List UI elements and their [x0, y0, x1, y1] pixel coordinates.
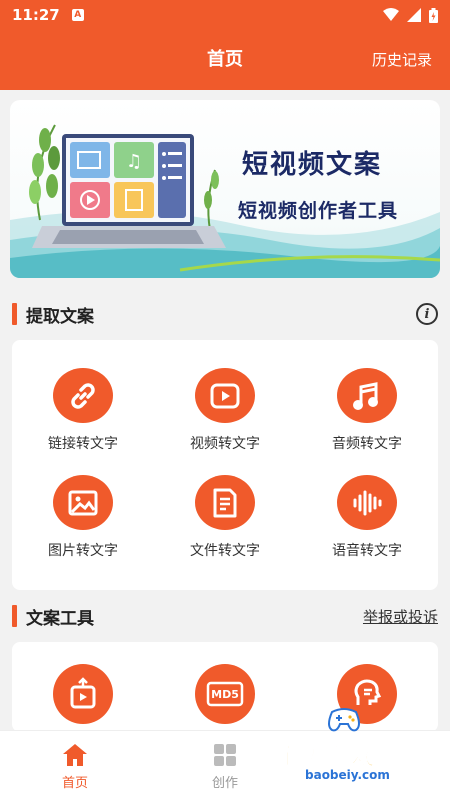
- music-note-icon: [353, 381, 378, 410]
- watermark-text: 宝贝游戏网: [276, 742, 401, 771]
- report-link[interactable]: 举报或投诉: [363, 608, 438, 626]
- tools-section-title: 文案工具: [26, 608, 94, 629]
- link-to-text-button[interactable]: 链接转文字: [12, 346, 154, 453]
- document-icon: [213, 488, 237, 517]
- gamepad-icon: [328, 708, 360, 732]
- watermark-url: baobeiy.com: [302, 768, 393, 782]
- voice-to-text-button[interactable]: 语音转文字: [296, 453, 438, 560]
- link-icon: [71, 382, 95, 409]
- audio-to-text-button[interactable]: 音频转文字: [296, 346, 438, 453]
- svg-text:♫: ♫: [126, 151, 142, 172]
- banner-subtitle: 短视频创作者工具: [238, 200, 399, 222]
- grid-item-label: 视频转文字: [190, 436, 260, 452]
- notification-a-icon: A: [71, 9, 84, 21]
- image-to-text-button[interactable]: 图片转文字: [12, 453, 154, 560]
- extract-section-header: 提取文案 i: [12, 300, 438, 328]
- image-icon: [68, 490, 98, 515]
- signal-icon: [407, 8, 421, 22]
- tools-section-header: 文案工具 举报或投诉: [12, 602, 438, 630]
- section-accent-bar: [12, 605, 17, 627]
- tab-label: 首页: [61, 776, 88, 791]
- banner-illustration: ♫: [10, 124, 440, 278]
- extract-tools-card: 链接转文字 视频转文字 音频转文字 图片转文字 文件转文字 语音转文字: [12, 340, 438, 590]
- video-export-icon: [70, 677, 96, 709]
- grid-item-label: 文件转文字: [190, 543, 260, 559]
- info-icon[interactable]: i: [416, 303, 438, 325]
- banner-title: 短视频文案: [242, 150, 383, 180]
- video-export-button[interactable]: [12, 642, 154, 732]
- grid-item-label: 语音转文字: [332, 543, 402, 559]
- wifi-icon: [383, 8, 399, 21]
- site-watermark: 宝贝游戏网 baobeiy.com: [272, 700, 442, 795]
- tab-label: 创作: [211, 776, 238, 791]
- grid-icon: [214, 744, 236, 766]
- status-time: 11:27: [12, 6, 60, 24]
- status-indicators: [383, 7, 438, 23]
- grid-item-label: 音频转文字: [332, 436, 402, 452]
- section-accent-bar: [12, 303, 17, 325]
- status-bar: 11:27 A: [0, 0, 450, 30]
- top-app-bar: 首页 历史记录: [0, 30, 450, 90]
- file-to-text-button[interactable]: 文件转文字: [154, 453, 296, 560]
- battery-icon: [429, 7, 438, 23]
- promo-banner[interactable]: ♫ 短视频文案 短视频创作者工具: [10, 100, 440, 278]
- home-icon: [63, 744, 87, 766]
- extract-tools-grid: 链接转文字 视频转文字 音频转文字 图片转文字 文件转文字 语音转文字: [12, 340, 438, 560]
- md5-badge: MD5: [211, 687, 239, 701]
- voice-wave-icon: [353, 490, 382, 515]
- video-to-text-button[interactable]: 视频转文字: [154, 346, 296, 453]
- grid-item-label: 图片转文字: [48, 543, 118, 559]
- history-button[interactable]: 历史记录: [372, 30, 432, 90]
- grid-item-label: 链接转文字: [48, 436, 118, 452]
- extract-section-title: 提取文案: [26, 306, 94, 327]
- tab-home[interactable]: 首页: [0, 731, 150, 800]
- video-play-icon: [210, 383, 240, 408]
